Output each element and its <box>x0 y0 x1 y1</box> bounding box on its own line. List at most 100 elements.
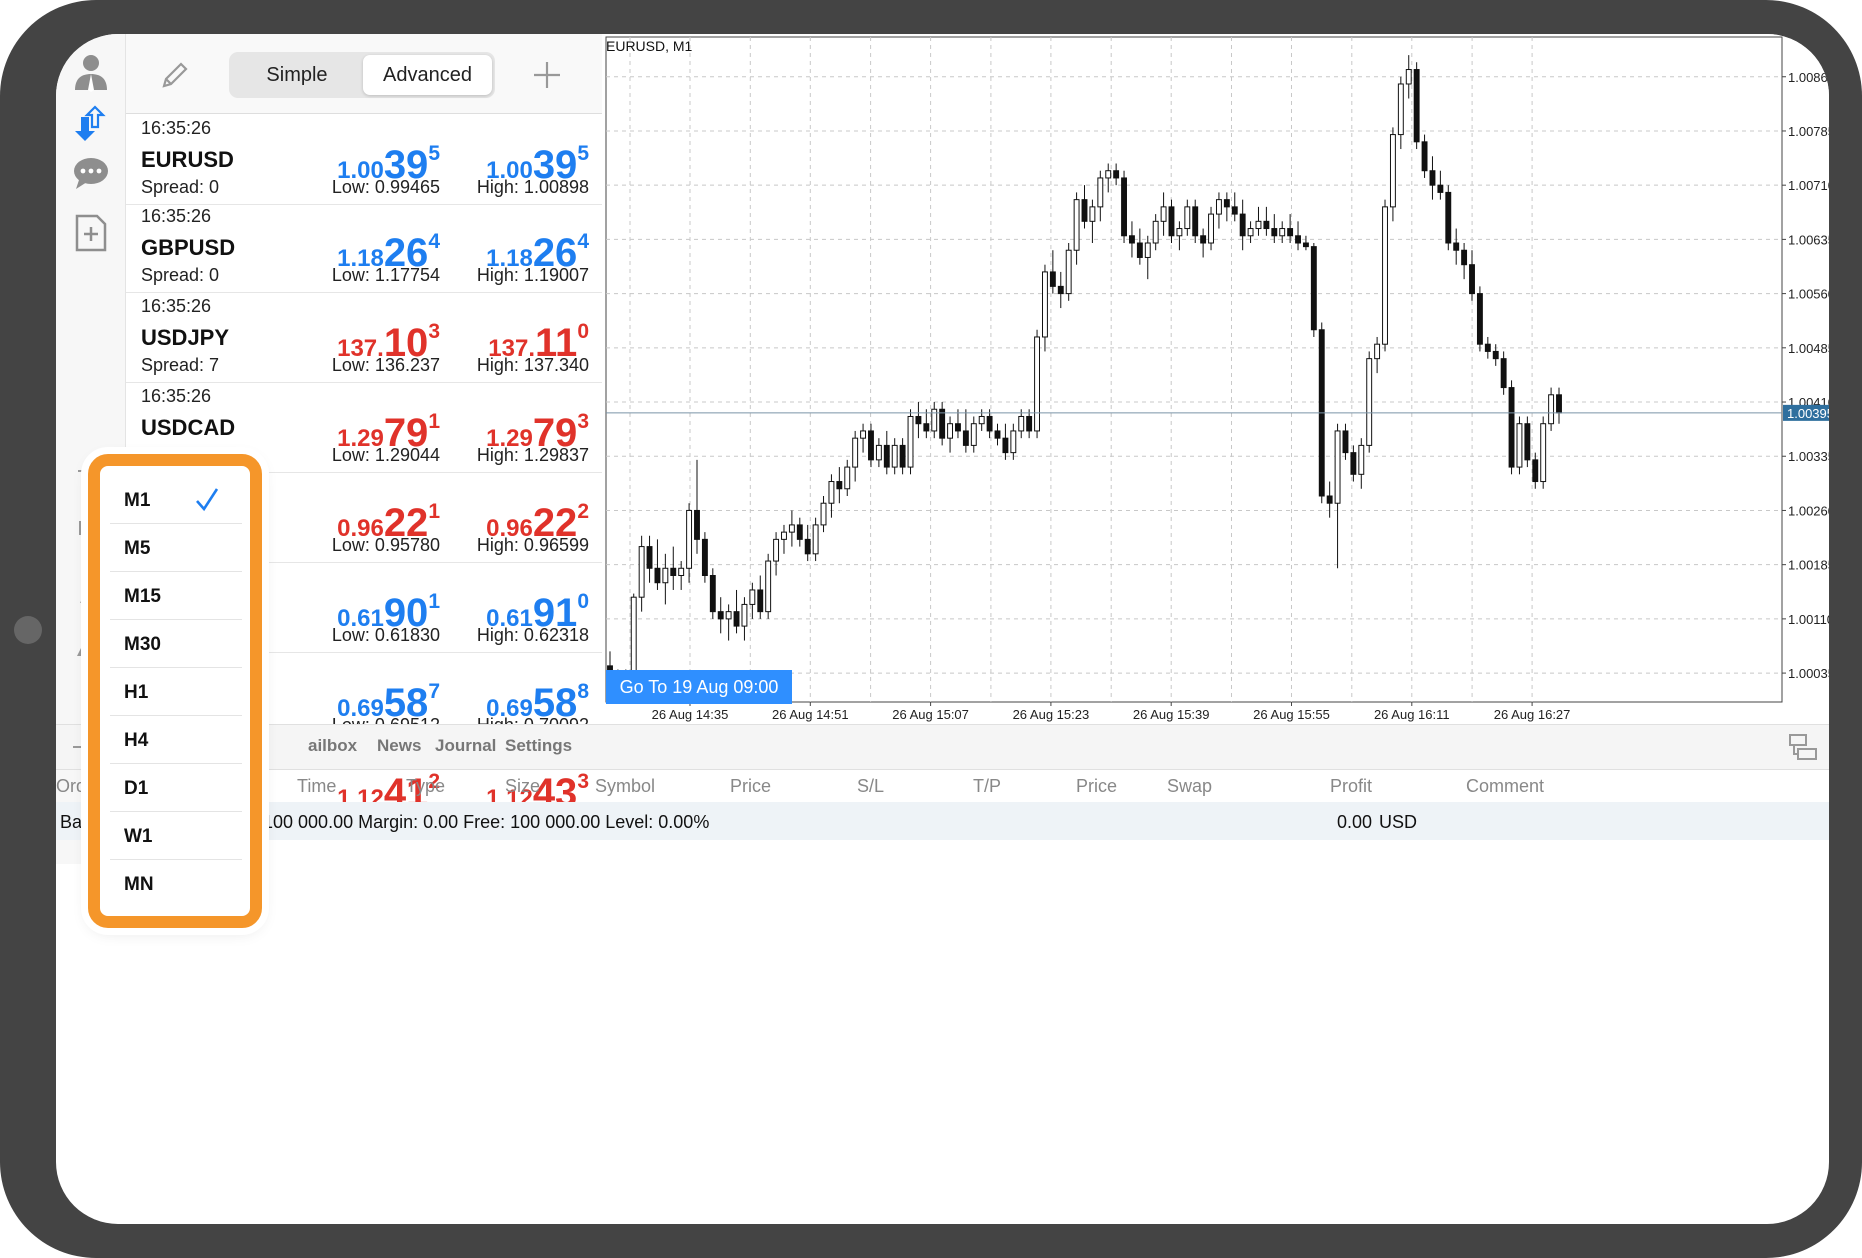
column-header[interactable]: Price <box>730 776 771 797</box>
timeframe-label: D1 <box>124 778 149 799</box>
candle-bear <box>1302 242 1309 248</box>
candle-bear <box>1049 271 1056 287</box>
new-document-icon[interactable] <box>64 206 118 260</box>
column-header[interactable]: Time <box>297 776 336 797</box>
timeframe-label: H4 <box>124 730 149 751</box>
quote-row[interactable]: 16:35:26 USDJPY Spread: 7 137.103 137.110 Low… <box>126 292 602 383</box>
candle-bear <box>804 538 811 555</box>
candle-bear <box>1461 249 1468 266</box>
tab-journal[interactable]: Journal <box>435 736 496 756</box>
column-header[interactable]: Size <box>505 776 540 797</box>
column-header[interactable]: Swap <box>1167 776 1212 797</box>
candle-bear <box>1026 415 1033 432</box>
x-tick-label: 26 Aug 16:27 <box>1494 707 1571 722</box>
quote-high: High: 137.340 <box>476 355 589 375</box>
quote-row[interactable]: 16:35:26 GBPUSD Spread: 0 1.18264 1.18264 Low… <box>126 202 602 293</box>
trade-icon[interactable] <box>64 96 118 150</box>
y-tick-label: 1.00860 <box>1788 70 1829 85</box>
candle-bull <box>1152 220 1159 244</box>
tab-news[interactable]: News <box>377 736 421 756</box>
quote-low: Low: 0.61830 <box>331 625 440 645</box>
ask-price-point: 5 <box>577 142 589 165</box>
candle-bull <box>1397 83 1404 136</box>
candle-bear <box>1231 206 1238 215</box>
column-header[interactable]: T/P <box>973 776 1001 797</box>
candle-bull <box>1405 69 1412 85</box>
candle-bull <box>1097 177 1104 208</box>
ask-price-point: 3 <box>577 770 589 793</box>
home-button[interactable] <box>14 616 42 644</box>
price-chart[interactable]: 1.00860 1.00785 1.00710 1.00635 1.00560 1.004… <box>604 34 1829 724</box>
quote-row[interactable]: 16:35:26 EURUSD Spread: 0 1.00395 1.00395 Low… <box>126 114 602 205</box>
candle-bull <box>875 444 882 461</box>
column-header[interactable]: Type <box>406 776 445 797</box>
timeframe-item-m15[interactable]: M15 <box>110 572 242 620</box>
account-icon[interactable] <box>64 44 118 98</box>
timeframe-label: M1 <box>124 490 151 511</box>
candle-bear <box>1057 285 1064 295</box>
candle-bull <box>891 444 898 468</box>
x-tick-label: 26 Aug 15:55 <box>1253 707 1330 722</box>
quote-high: High: 0.96599 <box>476 535 589 555</box>
timeframe-item-h1[interactable]: H1 <box>110 668 242 716</box>
column-header[interactable]: Comment <box>1466 776 1544 797</box>
simple-tab[interactable]: Simple <box>232 55 362 95</box>
candle-bear <box>1310 246 1317 331</box>
goto-date-button[interactable]: Go To 19 Aug 09:00 <box>606 670 792 704</box>
candle-bull <box>978 415 985 425</box>
quotes-toolbar: Simple Advanced <box>126 34 602 114</box>
timeframe-item-d1[interactable]: D1 <box>110 764 242 812</box>
chat-icon[interactable] <box>64 146 118 200</box>
candle-bull <box>970 423 977 446</box>
quote-spread: Spread: 0 <box>141 265 220 285</box>
timeframe-label: H1 <box>124 682 149 703</box>
layout-toggle-icon[interactable] <box>1788 732 1818 762</box>
y-tick-label: 1.00785 <box>1788 124 1829 139</box>
quote-low: Low: 0.99465 <box>331 177 440 197</box>
timeframe-item-h4[interactable]: H4 <box>110 716 242 764</box>
column-header[interactable]: S/L <box>857 776 884 797</box>
y-tick-label: 1.00185 <box>1788 558 1829 573</box>
column-header[interactable]: Profit <box>1330 776 1372 797</box>
column-header[interactable]: Symbol <box>595 776 655 797</box>
column-header[interactable]: Price <box>1076 776 1117 797</box>
timeframe-item-m5[interactable]: M5 <box>110 524 242 572</box>
candle-bull <box>773 538 780 562</box>
candle-bear <box>709 575 716 613</box>
timeframe-item-mn[interactable]: MN <box>110 860 242 908</box>
candle-bear <box>1492 350 1499 360</box>
candle-bear <box>1342 430 1349 454</box>
candle-bear <box>1421 141 1428 172</box>
edit-icon[interactable] <box>154 56 194 96</box>
quote-high: High: 0.62318 <box>476 625 589 645</box>
candle-bull <box>686 509 693 569</box>
quote-low: Low: 136.237 <box>331 355 440 375</box>
candle-bear <box>1223 199 1230 208</box>
candle-bull <box>1176 228 1183 237</box>
candle-bull <box>1073 199 1080 251</box>
add-symbol-icon[interactable] <box>530 58 564 92</box>
candle-bear <box>733 611 740 627</box>
candle-bear <box>868 430 874 461</box>
timeframe-item-m1[interactable]: M1 <box>110 476 242 524</box>
tab-mailbox[interactable]: ailbox <box>308 736 357 756</box>
candle-bear <box>1121 177 1127 237</box>
candle-bull <box>638 546 645 598</box>
tab-settings[interactable]: Settings <box>505 736 572 756</box>
timeframe-item-m30[interactable]: M30 <box>110 620 242 668</box>
timeframe-item-w1[interactable]: W1 <box>110 812 242 860</box>
candle-bull <box>725 611 732 620</box>
timeframe-label: W1 <box>124 826 153 847</box>
profit-currency: USD <box>1379 812 1418 832</box>
candle-bull <box>1366 358 1373 446</box>
bid-price-point: 1 <box>428 500 440 523</box>
bid-price-point: 1 <box>428 590 440 613</box>
candle-bull <box>1160 206 1167 222</box>
y-tick-label: 1.00485 <box>1788 341 1829 356</box>
quote-high: High: 1.00898 <box>476 177 589 197</box>
x-tick-label: 26 Aug 16:11 <box>1374 707 1450 722</box>
current-price-label: 1.00395 <box>1787 406 1829 421</box>
candle-bear <box>1532 459 1539 483</box>
candle-bull <box>852 437 859 468</box>
advanced-tab[interactable]: Advanced <box>363 55 492 95</box>
